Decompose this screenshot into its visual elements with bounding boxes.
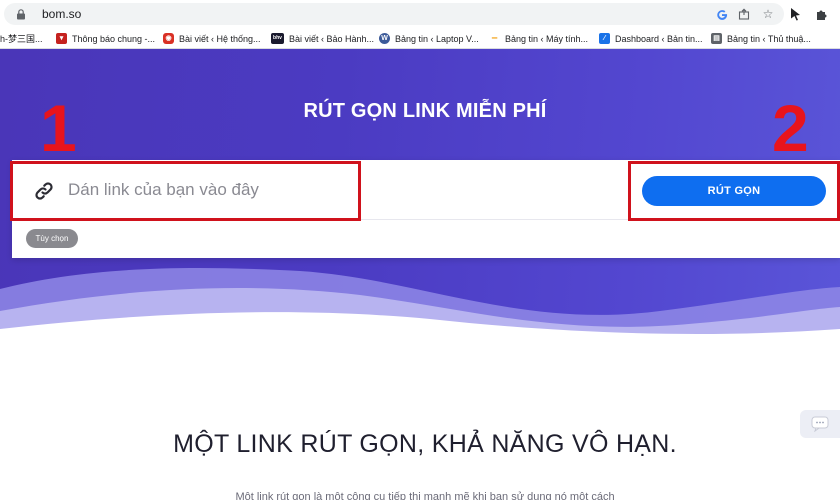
annotation-number-2: 2 — [772, 91, 809, 165]
annotation-number-1: 1 — [40, 91, 77, 165]
section-title: MỘT LINK RÚT GỌN, KHẢ NĂNG VÔ HẠN. — [173, 430, 677, 458]
chat-bubble-icon — [811, 416, 829, 432]
bookmark-label: Dashboard ‹ Bản tin... — [615, 33, 703, 44]
bookmarks-bar: h-梦三国... ▾ Thông báo chung -... ◉ Bài vi… — [0, 28, 840, 49]
bookmark-item[interactable]: ▤ Bảng tin ‹ Thủ thuậ... — [711, 31, 811, 46]
browser-address-bar: bom.so ☆ — [0, 0, 840, 28]
url-omnibox[interactable]: bom.so ☆ — [4, 3, 784, 25]
bookmark-label: Bảng tin ‹ Máy tính... — [505, 33, 589, 44]
site-favicon-icon: ◉ — [163, 33, 174, 44]
bookmark-star-icon[interactable]: ☆ — [761, 7, 775, 21]
puzzle-extension-icon[interactable] — [813, 6, 829, 22]
bookmark-item[interactable]: – Bảng tin ‹ Máy tính... — [489, 31, 588, 46]
bookmark-label: Bài viết ‹ Hệ thống... — [179, 33, 261, 44]
bookmark-item[interactable]: ◉ Bài viết ‹ Hệ thống... — [163, 31, 261, 46]
options-button[interactable]: Tùy chọn — [26, 229, 78, 248]
section-body-text: Một link rút gọn là một công cụ tiếp thị… — [235, 491, 615, 500]
hero-title: RÚT GỌN LINK MIỄN PHÍ — [303, 100, 547, 122]
bookmark-item[interactable]: ⁄ Dashboard ‹ Bản tin... — [599, 31, 703, 46]
cursor-extension-icon[interactable] — [788, 6, 804, 22]
annotation-box-input — [10, 161, 361, 221]
bookmark-label: Bảng tin ‹ Laptop V... — [395, 33, 479, 44]
hero-wave-decoration — [0, 268, 840, 339]
bookmark-label: Bảng tin ‹ Thủ thuậ... — [727, 33, 811, 44]
google-icon[interactable] — [715, 7, 729, 21]
dash-favicon-icon: – — [491, 32, 498, 44]
shield-favicon-icon: ▾ — [56, 33, 67, 44]
page-favicon-icon: ▤ — [711, 33, 722, 44]
dashboard-favicon-icon: ⁄ — [599, 33, 610, 44]
share-icon[interactable] — [737, 7, 751, 21]
url-text[interactable]: bom.so — [42, 7, 81, 21]
bookmark-item[interactable]: ▾ Thông báo chung -... — [56, 31, 155, 46]
bookmark-label: h-梦三国... — [0, 34, 43, 44]
bookmark-item[interactable]: W Bảng tin ‹ Laptop V... — [379, 31, 479, 46]
wordpress-icon: W — [379, 33, 390, 44]
bookmark-label: Bài viết ‹ Bảo Hành... — [289, 33, 375, 44]
bookmark-label: Thông báo chung -... — [72, 33, 156, 44]
annotation-box-button — [628, 161, 840, 221]
bhv-favicon-icon: bhv — [271, 33, 284, 44]
lock-icon[interactable] — [16, 9, 26, 20]
bookmark-item[interactable]: bhv Bài viết ‹ Bảo Hành... — [271, 31, 374, 46]
chat-widget-button[interactable] — [800, 410, 840, 438]
bookmark-item[interactable]: h-梦三国... — [0, 31, 43, 46]
